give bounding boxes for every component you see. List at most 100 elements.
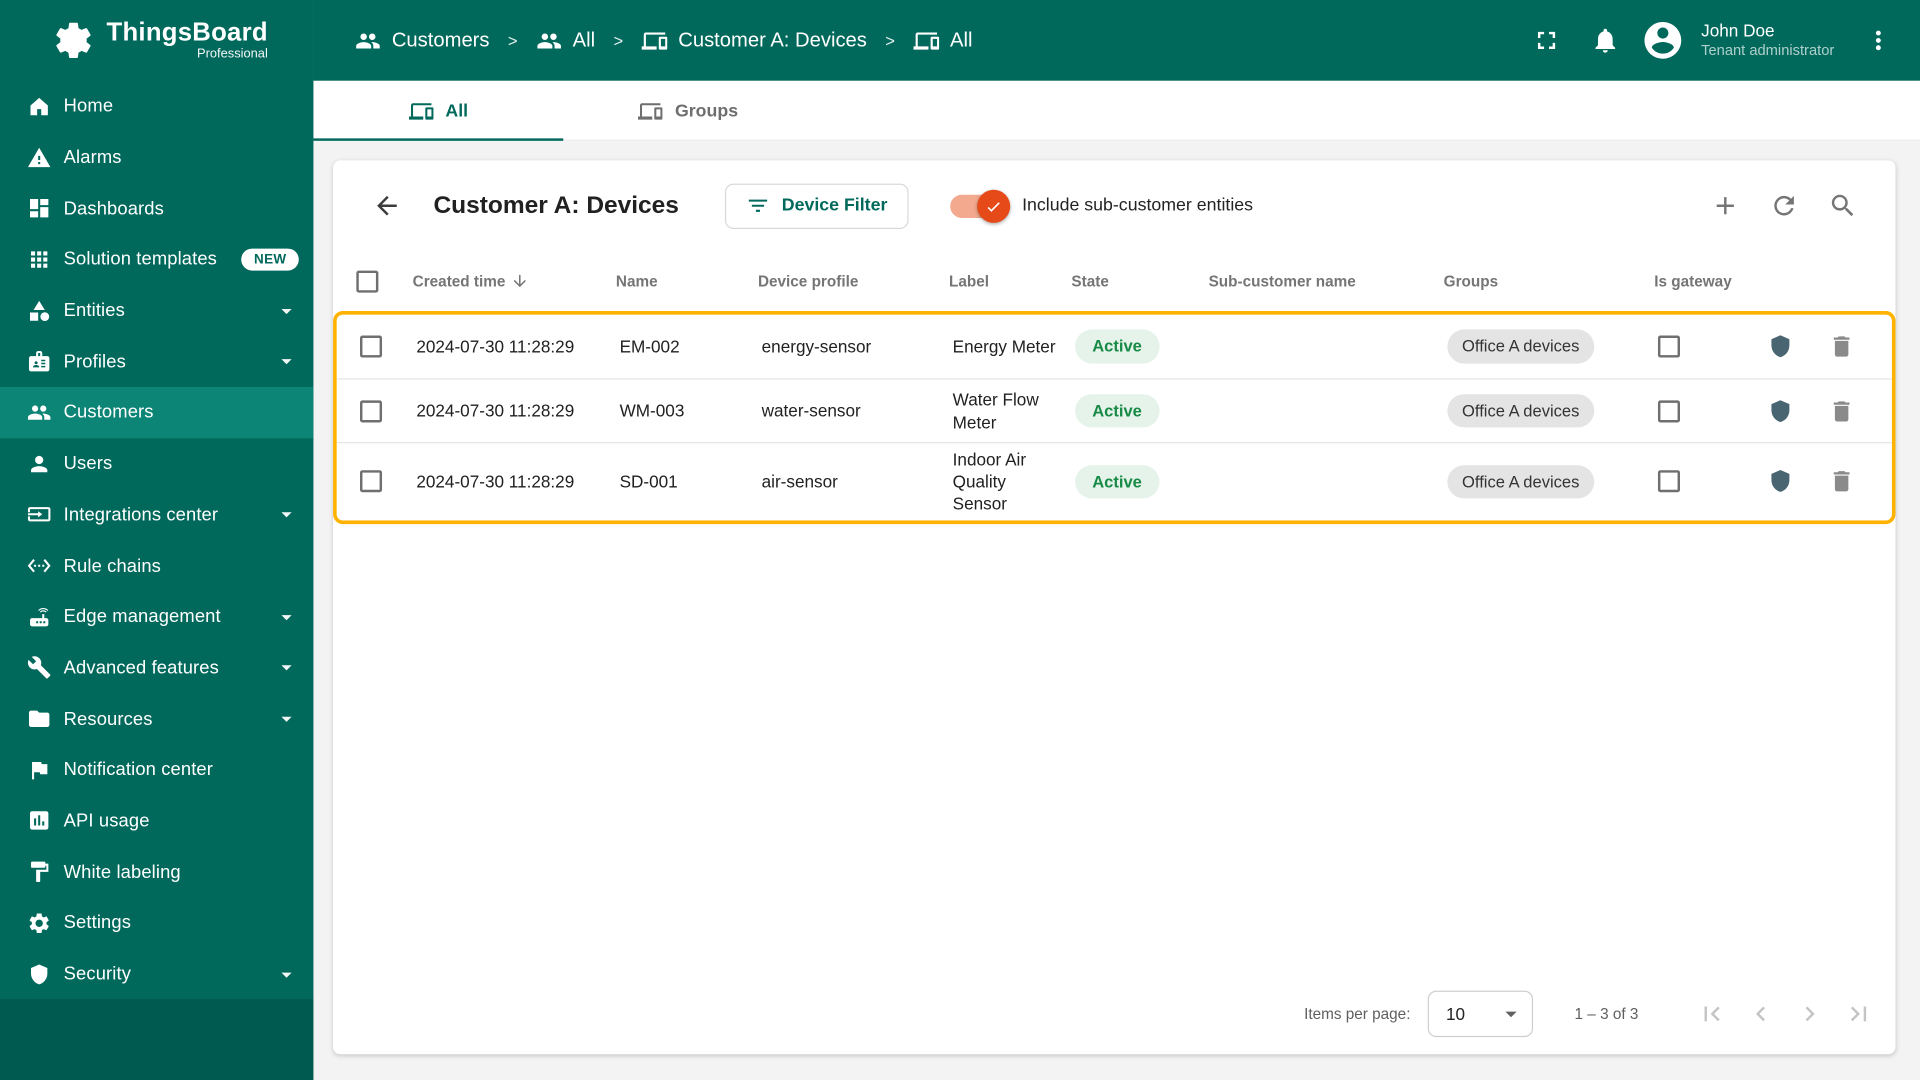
security-button[interactable] (1764, 331, 1796, 363)
sidebar-item-label: Advanced features (63, 657, 219, 679)
table-row[interactable]: 2024-07-30 11:28:29 WM-003 water-sensor … (336, 378, 1892, 443)
row-checkbox[interactable] (360, 399, 383, 422)
next-page-button[interactable] (1785, 989, 1834, 1038)
page-size-select[interactable]: 10 (1427, 990, 1533, 1038)
previous-page-button[interactable] (1736, 989, 1785, 1038)
tab-groups[interactable]: Groups (563, 81, 813, 141)
add-device-button[interactable] (1702, 182, 1749, 229)
refresh-button[interactable] (1761, 182, 1808, 229)
cell-created-time: 2024-07-30 11:28:29 (416, 336, 575, 357)
avatar[interactable] (1640, 17, 1687, 64)
sidebar-item-advanced-features[interactable]: Advanced features (0, 642, 313, 693)
breadcrumb-all-customers[interactable]: All (536, 28, 595, 54)
group-chip: Office A devices (1447, 329, 1595, 364)
first-page-button[interactable] (1687, 989, 1736, 1038)
column-header-name[interactable]: Name (605, 272, 747, 289)
toggle-switch[interactable] (949, 189, 1010, 223)
sidebar-item-resources[interactable]: Resources (0, 693, 313, 744)
gateway-checkbox[interactable] (1657, 399, 1680, 422)
gateway-checkbox[interactable] (1657, 335, 1680, 358)
table-row[interactable]: 2024-07-30 11:28:29 EM-002 energy-sensor… (336, 314, 1892, 379)
column-header-groups[interactable]: Groups (1433, 272, 1644, 289)
sidebar-item-label: Integrations center (63, 504, 219, 526)
sidebar-item-integrations-center[interactable]: Integrations center (0, 489, 313, 540)
select-all-checkbox[interactable] (356, 270, 379, 293)
sidebar-item-users[interactable]: Users (0, 438, 313, 489)
column-header-device-profile[interactable]: Device profile (747, 272, 938, 289)
app-logo[interactable]: ThingsBoard Professional (0, 0, 313, 81)
edge-icon (30, 607, 49, 626)
refresh-icon (1774, 195, 1794, 216)
sidebar-item-customers[interactable]: Customers (0, 387, 314, 439)
notifications-button[interactable] (1581, 16, 1630, 65)
row-checkbox[interactable] (360, 470, 383, 493)
state-badge: Active (1075, 329, 1160, 364)
delete-button[interactable] (1826, 331, 1858, 363)
warning-icon (27, 147, 51, 167)
back-button[interactable] (362, 181, 411, 230)
column-header-sub-customer[interactable]: Sub-customer name (1198, 272, 1433, 289)
sidebar-item-white-labeling[interactable]: White labeling (0, 847, 313, 898)
sidebar-item-edge-management[interactable]: Edge management (0, 591, 313, 642)
sidebar-item-api-usage[interactable]: API usage (0, 795, 313, 846)
row-checkbox[interactable] (360, 335, 383, 358)
sidebar-item-settings[interactable]: Settings (0, 898, 313, 949)
sidebar-item-entities[interactable]: Entities (0, 285, 313, 336)
gateway-checkbox[interactable] (1657, 470, 1680, 493)
tab-label: Groups (674, 101, 739, 121)
sidebar-item-label: Users (63, 453, 113, 475)
sidebar-item-notification-center[interactable]: Notification center (0, 744, 313, 795)
integrations-icon (27, 507, 51, 522)
column-header-state[interactable]: State (1060, 272, 1197, 289)
last-page-icon (1850, 1006, 1867, 1022)
sidebar-item-solution-templates[interactable]: Solution templates NEW (0, 234, 313, 285)
sidebar-item-label: Settings (63, 912, 132, 934)
devices-icon (641, 31, 668, 49)
breadcrumb-separator: > (885, 31, 895, 50)
sidebar-item-rule-chains[interactable]: Rule chains (0, 540, 313, 591)
table-row[interactable]: 2024-07-30 11:28:29 SD-001 air-sensor In… (336, 442, 1892, 520)
sidebar-item-dashboards[interactable]: Dashboards (0, 183, 313, 234)
more-menu-button[interactable] (1854, 16, 1903, 65)
security-button[interactable] (1764, 395, 1796, 427)
breadcrumb-separator: > (613, 31, 624, 50)
cell-name: WM-003 (619, 400, 685, 421)
devices-icon (408, 102, 434, 119)
breadcrumb-customers[interactable]: Customers (355, 28, 490, 54)
include-sub-customer-toggle[interactable]: Include sub-customer entities (949, 189, 1253, 223)
breadcrumb-customer-a-devices[interactable]: Customer A: Devices (641, 28, 867, 54)
sidebar-item-alarms[interactable]: Alarms (0, 132, 313, 183)
column-label: Is gateway (1654, 272, 1732, 290)
search-button[interactable] (1820, 182, 1867, 229)
column-header-is-gateway[interactable]: Is gateway (1643, 272, 1761, 289)
group-chip: Office A devices (1447, 393, 1595, 428)
thingsboard-logo-icon (56, 22, 91, 59)
delete-button[interactable] (1826, 466, 1858, 498)
column-header-created-time[interactable]: Created time (402, 272, 605, 290)
shield-icon (1771, 399, 1790, 422)
security-button[interactable] (1764, 466, 1796, 498)
chevron-down-icon (281, 512, 292, 518)
tab-all[interactable]: All (313, 81, 564, 141)
plus-icon (1716, 197, 1734, 215)
breadcrumb-separator: > (507, 31, 518, 50)
sidebar-item-profiles[interactable]: Profiles (0, 336, 313, 387)
user-info: John Doe Tenant administrator (1701, 20, 1834, 61)
device-filter-button[interactable]: Device Filter (725, 183, 909, 229)
column-header-label[interactable]: Label (938, 272, 1060, 289)
sidebar-item-label: Resources (63, 708, 153, 730)
last-page-button[interactable] (1834, 989, 1883, 1038)
state-badge: Active (1075, 464, 1160, 499)
topbar-actions: John Doe Tenant administrator (1522, 16, 1902, 65)
delete-button[interactable] (1826, 395, 1858, 427)
sidebar-item-home[interactable]: Home (0, 81, 313, 132)
column-label: Name (615, 272, 658, 290)
fullscreen-button[interactable] (1522, 16, 1571, 65)
app-subtitle: Professional (197, 46, 268, 62)
sidebar-item-security[interactable]: Security (0, 949, 313, 1000)
bell-icon (1595, 28, 1616, 53)
cell-groups: Office A devices (1436, 393, 1647, 428)
breadcrumb-all-devices[interactable]: All (913, 28, 972, 54)
sidebar-item-label: Home (63, 95, 114, 117)
cell-device-profile: water-sensor (761, 400, 861, 421)
